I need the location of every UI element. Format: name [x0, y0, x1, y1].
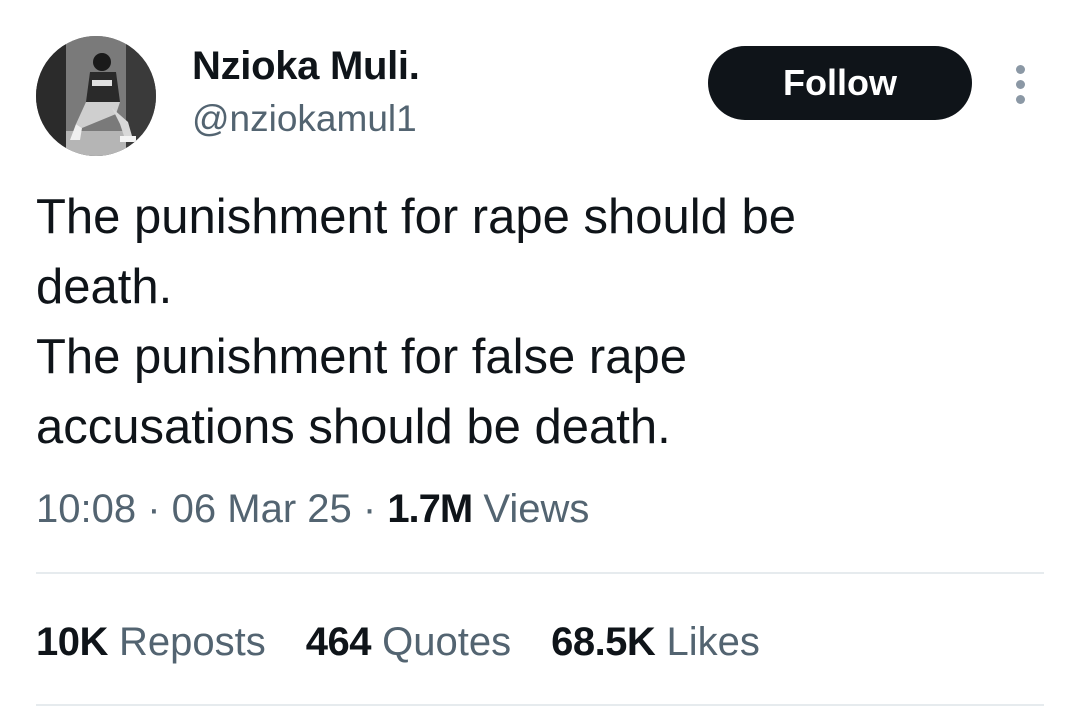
- reposts-label: Reposts: [107, 620, 266, 664]
- more-dot: [1015, 79, 1025, 89]
- more-vertical-icon[interactable]: [1004, 60, 1036, 108]
- engagement-stats: 10K Reposts 464 Quotes 68.5K Likes: [36, 614, 760, 670]
- reposts-stat[interactable]: 10K Reposts: [36, 614, 266, 670]
- meta-separator: ·: [136, 487, 172, 531]
- follow-button[interactable]: Follow: [708, 46, 972, 120]
- likes-count: 68.5K: [551, 620, 656, 664]
- likes-label: Likes: [655, 620, 760, 664]
- divider: [36, 704, 1044, 706]
- divider: [36, 572, 1044, 574]
- tweet-time[interactable]: 10:08: [36, 487, 136, 531]
- tweet-meta: 10:08 · 06 Mar 25 · 1.7M Views: [36, 484, 589, 534]
- reposts-count: 10K: [36, 620, 108, 664]
- tweet-date[interactable]: 06 Mar 25: [172, 487, 352, 531]
- quotes-count: 464: [305, 620, 372, 664]
- tweet-text: The punishment for rape should be death.…: [36, 190, 796, 454]
- quotes-label: Quotes: [371, 620, 512, 664]
- author-display-name[interactable]: Nzioka Muli.: [192, 42, 420, 90]
- author-handle[interactable]: @nziokamul1: [192, 96, 417, 142]
- more-dot: [1015, 94, 1025, 104]
- meta-separator: ·: [351, 487, 388, 531]
- views-label: Views: [472, 487, 590, 531]
- quotes-stat[interactable]: 464 Quotes: [306, 614, 511, 670]
- likes-stat[interactable]: 68.5K Likes: [551, 614, 760, 670]
- more-dot: [1015, 64, 1025, 74]
- profile-avatar[interactable]: [36, 36, 156, 156]
- avatar-photo: [36, 36, 156, 156]
- views-count: 1.7M: [387, 487, 473, 531]
